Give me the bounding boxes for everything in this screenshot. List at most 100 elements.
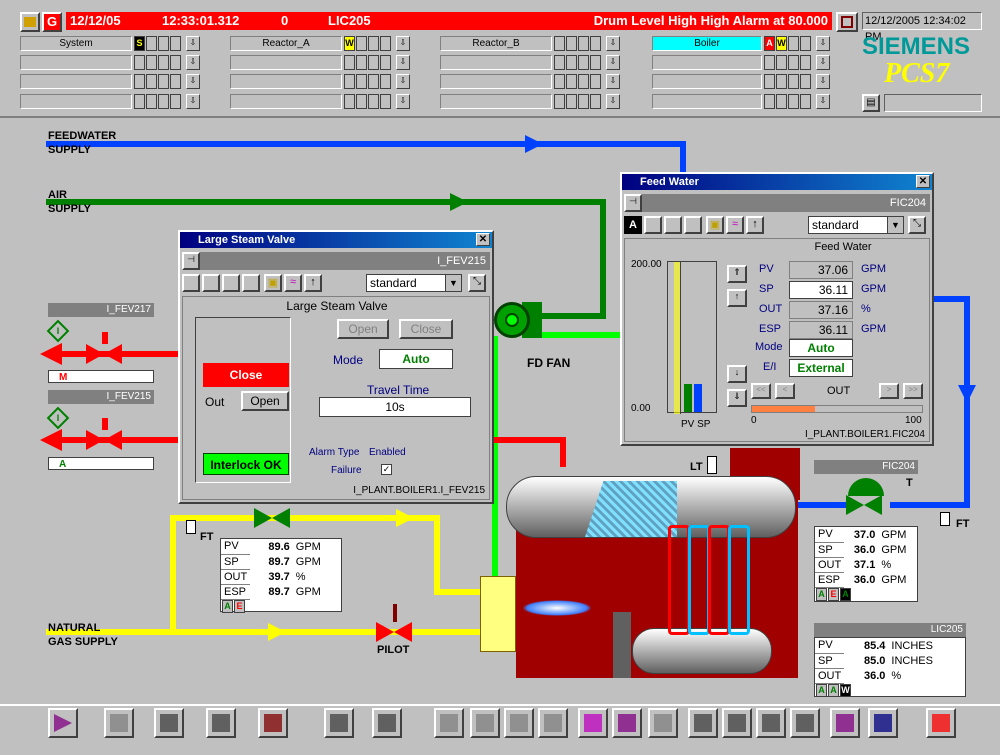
area-status-cell[interactable]: S <box>134 36 145 51</box>
area-status-cell[interactable] <box>344 94 355 109</box>
fw-out-inc-fast[interactable]: >> <box>903 383 923 399</box>
area-field[interactable]: Reactor_B <box>440 36 552 51</box>
travel-time-value[interactable]: 10s <box>319 397 471 417</box>
area-field[interactable] <box>652 94 762 109</box>
area-nav-button[interactable]: ⇩ <box>396 55 410 70</box>
area-nav-button[interactable]: ⇩ <box>396 74 410 89</box>
area-nav-button[interactable]: ⇩ <box>816 94 830 109</box>
area-status-cell[interactable] <box>170 74 181 89</box>
window-button[interactable] <box>722 708 752 738</box>
area-status-cell[interactable] <box>788 94 799 109</box>
area-status-cell[interactable] <box>764 55 775 70</box>
area-status-cell[interactable] <box>578 55 589 70</box>
area-status-cell[interactable] <box>356 74 367 89</box>
area-field[interactable] <box>230 74 342 89</box>
fw-ei-value[interactable]: External <box>789 359 853 377</box>
valve1-tag[interactable]: I_FEV217 <box>48 303 154 317</box>
area-status-cell[interactable] <box>566 36 577 51</box>
area-nav-button[interactable]: ⇩ <box>606 55 620 70</box>
report-button[interactable] <box>206 708 236 738</box>
key-icon[interactable] <box>104 708 134 738</box>
blank-button-3[interactable] <box>222 274 240 292</box>
area-nav-button[interactable]: ⇩ <box>606 36 620 51</box>
view-select[interactable]: standard ▼ <box>366 274 462 292</box>
find-button[interactable] <box>790 708 820 738</box>
overview-button[interactable] <box>154 708 184 738</box>
area-nav-button[interactable]: ⇩ <box>396 94 410 109</box>
back-button[interactable] <box>434 708 464 738</box>
area-field[interactable] <box>652 74 762 89</box>
forward-button[interactable] <box>538 708 568 738</box>
area-status-cell[interactable] <box>158 36 169 51</box>
info-icon[interactable] <box>830 708 860 738</box>
area-field[interactable] <box>230 55 342 70</box>
area-status-cell[interactable] <box>146 74 157 89</box>
area-status-cell[interactable] <box>554 94 565 109</box>
area-status-cell[interactable] <box>554 55 565 70</box>
arrow-up-icon[interactable]: ↑ <box>304 274 322 292</box>
up-button[interactable] <box>470 708 500 738</box>
area-status-cell[interactable]: A <box>764 36 775 51</box>
area-status-cell[interactable] <box>776 55 787 70</box>
fw-arrow-up-icon[interactable]: ↑ <box>746 216 764 234</box>
area-status-cell[interactable] <box>146 55 157 70</box>
area-status-cell[interactable] <box>134 74 145 89</box>
area-field[interactable]: Boiler <box>652 36 762 51</box>
fw-control-valve[interactable] <box>846 495 886 515</box>
area-status-cell[interactable] <box>356 36 367 51</box>
feed-water-titlebar[interactable]: Feed Water ✕ <box>622 174 932 190</box>
area-status-cell[interactable] <box>800 36 811 51</box>
fw-down-button[interactable]: ↓ <box>727 365 747 383</box>
area-field[interactable]: Reactor_A <box>230 36 342 51</box>
area-status-cell[interactable]: W <box>344 36 355 51</box>
pin-button[interactable]: ⊣ <box>182 252 200 270</box>
trend-icon[interactable]: ≈ <box>284 274 302 292</box>
area-status-cell[interactable] <box>170 36 181 51</box>
area-status-cell[interactable] <box>788 74 799 89</box>
close-button[interactable]: Close <box>399 319 453 339</box>
steam-valve-titlebar[interactable]: Large Steam Valve ✕ <box>180 232 492 248</box>
area-field[interactable] <box>440 74 552 89</box>
area-status-cell[interactable] <box>764 94 775 109</box>
area-status-cell[interactable] <box>554 36 565 51</box>
feed-water-window[interactable]: Feed Water ✕ FIC204 ⊣ A ▣ ≈ ↑ standard ▼ ⤡… <box>620 172 934 446</box>
area-status-cell[interactable] <box>566 74 577 89</box>
fw-lock-icon[interactable]: ▣ <box>706 216 724 234</box>
lock-icon[interactable]: ▣ <box>264 274 282 292</box>
valve2-tag[interactable]: I_FEV215 <box>48 390 154 404</box>
area-nav-button[interactable]: ⇩ <box>396 36 410 51</box>
pilot-valve[interactable] <box>376 622 416 642</box>
valve2-body[interactable] <box>86 430 126 450</box>
area-status-cell[interactable] <box>344 74 355 89</box>
area-nav-button[interactable]: ⇩ <box>186 74 200 89</box>
loop-button[interactable] <box>868 708 898 738</box>
gas-control-valve[interactable] <box>254 508 294 528</box>
fw-out-dec-fast[interactable]: << <box>751 383 771 399</box>
start-button[interactable] <box>48 708 78 738</box>
steam-valve-window[interactable]: Large Steam Valve ✕ I_FEV215 ⊣ ▣ ≈ ↑ stan… <box>178 230 494 504</box>
area-status-cell[interactable] <box>134 55 145 70</box>
fw-pin-button[interactable]: ⊣ <box>624 194 642 212</box>
expand-icon[interactable]: ⤡ <box>468 274 486 292</box>
ft-left-panel[interactable]: PV 89.6 GPM SP 89.7 GPM OUT 39.7 % ESP 8… <box>220 538 342 614</box>
alarm-line[interactable]: 12/12/05 12:33:01.312 0 LIC205 Drum Leve… <box>66 12 832 30</box>
area-status-cell[interactable] <box>368 36 379 51</box>
chevron-down-icon[interactable]: ▼ <box>445 275 461 291</box>
area-field[interactable]: System <box>20 36 132 51</box>
trend-button[interactable] <box>258 708 288 738</box>
area-nav-button[interactable]: ⇩ <box>816 74 830 89</box>
mode-value[interactable]: Auto <box>379 349 453 369</box>
fw-trend-icon[interactable]: ≈ <box>726 216 744 234</box>
fw-sp-input[interactable]: 36.11 <box>789 281 853 299</box>
fw-down-fast-button[interactable]: ⇓ <box>727 389 747 407</box>
area-status-cell[interactable] <box>368 55 379 70</box>
display-button[interactable] <box>324 708 354 738</box>
area-status-cell[interactable] <box>590 55 601 70</box>
fw-blank-button-3[interactable] <box>684 216 702 234</box>
area-status-cell[interactable] <box>380 36 391 51</box>
area-status-cell[interactable] <box>368 94 379 109</box>
acknowledge-all-button[interactable] <box>612 708 642 738</box>
area-status-cell[interactable] <box>788 55 799 70</box>
refresh-button[interactable] <box>578 708 608 738</box>
area-status-cell[interactable] <box>380 74 391 89</box>
